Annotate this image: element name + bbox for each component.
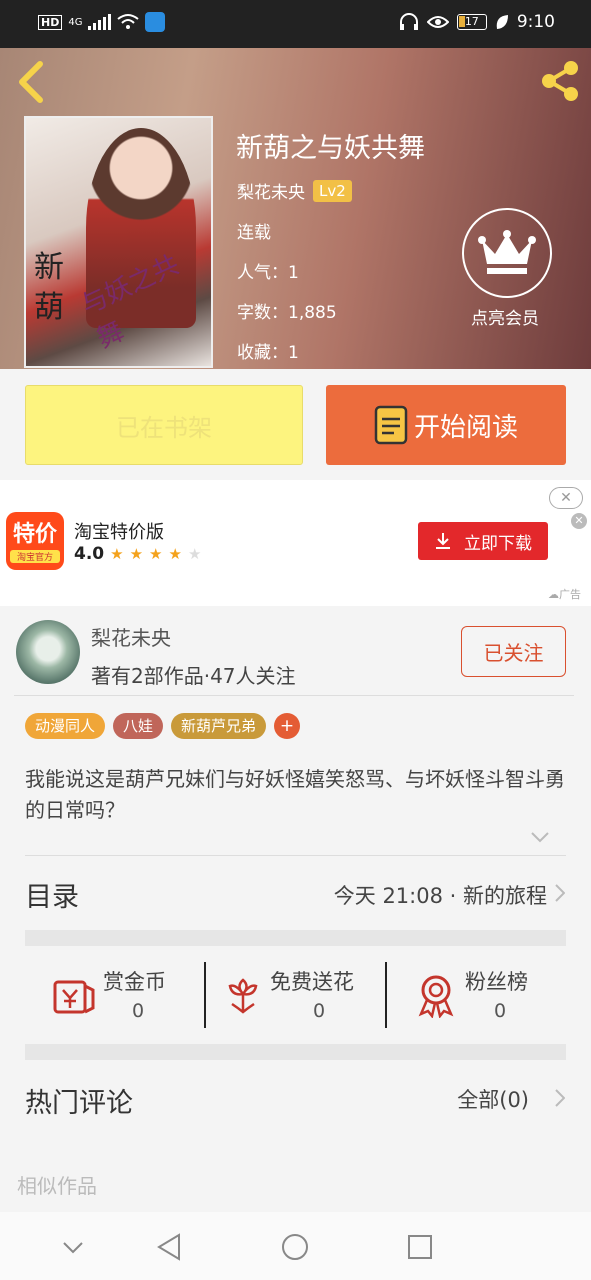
follow-button[interactable]: 已关注 <box>461 626 566 677</box>
ad-rating: 4.0 ★ ★ ★ ★ ★ <box>74 544 201 564</box>
ad-rating-value: 4.0 <box>74 544 105 564</box>
taobao-app-logo: 特价 淘宝官方 <box>6 512 64 570</box>
chevron-down-icon[interactable] <box>58 1232 88 1262</box>
reward-label: 免费送花 <box>270 970 354 994</box>
latest-chapter: 今天 21:08 · 新的旅程 <box>333 884 547 908</box>
all-comments-link[interactable]: 全部(0) <box>457 1084 529 1114</box>
similar-works-title: 相似作品 <box>17 1174 97 1198</box>
table-of-contents-row[interactable]: 目录 今天 21:08 · 新的旅程 <box>0 872 591 930</box>
ad-app-name: 淘宝特价版 <box>74 522 164 543</box>
author-line[interactable]: 梨花未央 Lv2 <box>237 178 352 203</box>
author-section: 梨花未央 著有2部作品·47人关注 已关注 动漫同人 八娃 新葫芦兄弟 + 我能… <box>0 606 591 872</box>
back-icon[interactable] <box>12 60 52 104</box>
author-avatar[interactable] <box>16 620 80 684</box>
book-favorites: 收藏：1 <box>237 343 299 363</box>
ad-download-button[interactable]: 立即下载 <box>418 522 548 560</box>
start-reading-button[interactable]: 开始阅读 <box>326 385 566 465</box>
divider <box>14 695 574 696</box>
book-description: 我能说这是葫芦兄妹们与好妖怪嬉笑怒骂、与坏妖怪斗智斗勇的日常吗？ <box>25 767 565 822</box>
action-bar: 已在书架 开始阅读 <box>0 369 591 480</box>
leaf-icon <box>496 15 508 29</box>
fan-ranking-button[interactable]: 粉丝榜 0 <box>385 962 566 1028</box>
book-header: 新葫 与妖之共舞 新葫之与妖共舞 梨花未央 Lv2 连载 人气：1 字数：1,8… <box>0 48 591 369</box>
home-nav-icon[interactable] <box>280 1232 310 1262</box>
headphones-icon <box>399 13 418 30</box>
star-icon: ★ <box>110 545 124 563</box>
ad-label: ☁广告 <box>548 588 581 601</box>
tag-item[interactable]: 新葫芦兄弟 <box>171 713 267 739</box>
flower-icon <box>228 978 258 1014</box>
reward-gold-button[interactable]: 赏金币 0 <box>25 962 204 1028</box>
author-name[interactable]: 梨花未央 <box>91 622 171 651</box>
award-ribbon-icon <box>418 975 454 1018</box>
crown-icon <box>462 208 552 298</box>
download-icon <box>436 533 450 549</box>
start-reading-label: 开始阅读 <box>413 412 518 443</box>
reward-label: 粉丝榜 <box>465 970 528 994</box>
level-badge: Lv2 <box>313 179 352 202</box>
book-popularity: 人气：1 <box>237 263 299 283</box>
reward-label: 赏金币 <box>103 970 166 994</box>
star-icon: ★ <box>168 545 182 563</box>
ad-dismiss-icon[interactable]: ✕ <box>571 513 587 529</box>
recents-nav-icon[interactable] <box>405 1232 435 1262</box>
book-word-count: 字数：1,885 <box>237 303 337 323</box>
ad-download-label: 立即下载 <box>464 533 532 554</box>
chevron-right-icon[interactable] <box>555 1089 565 1107</box>
gold-coin-envelope-icon <box>53 980 95 1014</box>
tag-list: 动漫同人 八娃 新葫芦兄弟 + <box>25 713 301 739</box>
share-icon[interactable] <box>537 58 583 104</box>
tag-item[interactable]: 动漫同人 <box>25 713 106 739</box>
reward-row: 赏金币 0 免费送花 0 粉丝榜 0 <box>25 962 566 1028</box>
chevron-right-icon <box>555 884 565 902</box>
status-bar: HD 4G 17 9:10 <box>0 0 591 48</box>
tag-item[interactable]: 八娃 <box>113 713 164 739</box>
hot-comments-title: 热门评论 <box>25 1088 133 1119</box>
hd-icon: HD <box>38 14 63 30</box>
reward-count: 0 <box>494 1000 507 1022</box>
add-tag-button[interactable]: + <box>274 713 301 739</box>
chevron-down-icon[interactable] <box>530 830 550 844</box>
divider <box>25 855 566 856</box>
wifi-icon <box>117 14 140 29</box>
separator <box>25 1044 566 1060</box>
eye-icon <box>426 16 449 28</box>
toc-title: 目录 <box>25 882 79 913</box>
book-status: 连载 <box>237 223 271 243</box>
star-icon: ★ <box>129 545 144 563</box>
vip-label: 点亮会员 <box>471 309 539 329</box>
app-notification-icon <box>145 12 166 32</box>
system-nav-bar <box>0 1212 591 1280</box>
reward-count: 0 <box>313 1000 326 1022</box>
in-shelf-button[interactable]: 已在书架 <box>25 385 303 465</box>
book-icon <box>374 405 408 445</box>
back-nav-icon[interactable] <box>155 1232 185 1262</box>
send-flower-button[interactable]: 免费送花 0 <box>204 962 385 1028</box>
star-empty-icon: ★ <box>187 545 202 563</box>
signal-icon <box>88 14 112 30</box>
clock: 9:10 <box>516 12 555 32</box>
separator <box>25 930 566 946</box>
ad-close-button[interactable]: ✕ <box>549 487 583 509</box>
star-icon: ★ <box>149 545 163 563</box>
network-type: 4G <box>68 16 83 28</box>
book-cover[interactable]: 新葫 与妖之共舞 <box>24 116 213 368</box>
battery-icon: 17 <box>456 14 487 30</box>
reward-count: 0 <box>132 1000 145 1022</box>
cover-title: 新葫 <box>34 250 64 325</box>
book-author[interactable]: 梨花未央 <box>237 178 305 203</box>
book-title: 新葫之与妖共舞 <box>236 133 425 164</box>
vip-button[interactable]: 点亮会员 <box>462 208 552 329</box>
author-stats: 著有2部作品·47人关注 <box>91 664 296 688</box>
ad-banner[interactable]: 特价 淘宝官方 淘宝特价版 4.0 ★ ★ ★ ★ ★ 立即下载 ✕ ✕ ☁广告 <box>0 480 591 606</box>
